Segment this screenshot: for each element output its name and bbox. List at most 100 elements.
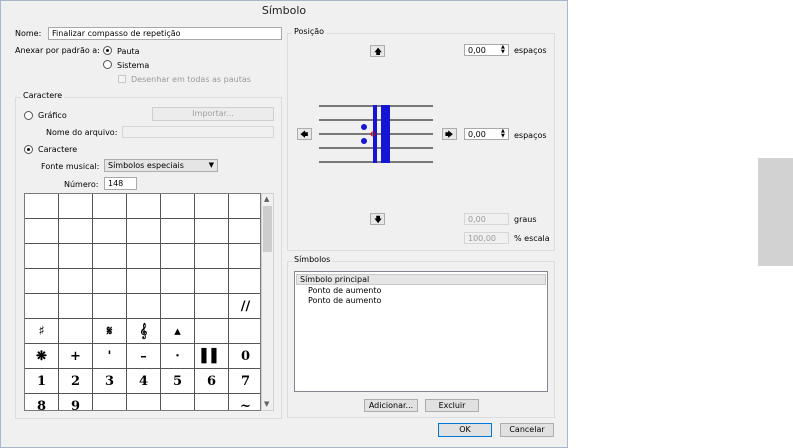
glyph-cell[interactable] (229, 219, 260, 244)
name-label: Nome: (15, 29, 42, 38)
glyph-grid[interactable]: // ♯ 𝄋 𝄞 ▴ ❋ + ' – · ▌▌ 0 1 2 3 4 5 6 7 8 9 ~ (24, 193, 261, 411)
glyph-cell[interactable]: ❋ (25, 344, 59, 369)
add-symbol-button[interactable]: Adicionar... (364, 399, 418, 412)
glyph-cell[interactable] (25, 244, 59, 269)
glyph-cell[interactable] (25, 294, 59, 319)
list-item[interactable]: Símbolo principal (296, 274, 546, 285)
caractere-radio[interactable] (24, 145, 33, 154)
attach-system-radio[interactable] (103, 60, 112, 69)
glyph-cell[interactable]: 𝄋 (93, 319, 127, 344)
glyph-cell[interactable] (93, 394, 127, 410)
vertical-offset-spinner[interactable]: ▲ ▼ (501, 45, 509, 56)
glyph-cell[interactable] (93, 194, 127, 219)
glyph-cell[interactable] (195, 244, 229, 269)
cancel-button[interactable]: Cancelar (500, 423, 554, 437)
augmentation-dot-lower (361, 138, 367, 144)
glyph-cell[interactable] (127, 219, 161, 244)
glyph-cell[interactable] (127, 194, 161, 219)
glyph-cell[interactable]: 2 (59, 369, 93, 394)
scroll-down-icon[interactable]: ▼ (264, 400, 269, 408)
font-select[interactable]: Símbolos especiais ▼ (104, 159, 218, 172)
glyph-cell[interactable]: 𝄞 (127, 319, 161, 344)
glyph-cell[interactable]: ~ (229, 394, 260, 410)
glyph-cell[interactable] (93, 269, 127, 294)
glyph-cell[interactable] (195, 394, 229, 410)
symbols-list[interactable]: Símbolo principal Ponto de aumento Ponto… (294, 271, 548, 392)
glyph-cell[interactable]: 7 (229, 369, 260, 394)
number-input[interactable]: 148 (104, 177, 137, 190)
glyph-cell[interactable] (25, 269, 59, 294)
glyph-cell[interactable] (59, 194, 93, 219)
glyph-cell[interactable] (161, 269, 195, 294)
graphic-radio[interactable] (24, 111, 33, 120)
filename-input[interactable] (122, 126, 274, 138)
glyph-cell[interactable] (229, 244, 260, 269)
glyph-grid-scrollbar[interactable]: ▲ ▼ (261, 193, 274, 411)
glyph-cell[interactable] (161, 194, 195, 219)
glyph-cell[interactable]: ▴ (161, 319, 195, 344)
list-item[interactable]: Ponto de aumento (308, 296, 381, 305)
glyph-cell[interactable] (127, 394, 161, 410)
glyph-cell[interactable]: 8 (25, 394, 59, 410)
arrow-up-icon: 🡅 (374, 47, 383, 56)
glyph-cell[interactable] (229, 194, 260, 219)
glyph-cell[interactable]: // (229, 294, 260, 319)
glyph-cell[interactable] (93, 244, 127, 269)
scale-unit: % escala (514, 234, 550, 243)
glyph-cell[interactable]: 1 (25, 369, 59, 394)
scroll-thumb[interactable] (263, 206, 272, 252)
delete-symbol-button[interactable]: Excluir (425, 399, 479, 412)
glyph-cell[interactable] (93, 294, 127, 319)
glyph-cell[interactable] (25, 219, 59, 244)
horizontal-offset-spinner[interactable]: ▲ ▼ (501, 129, 509, 140)
caractere-label: Caractere (38, 145, 78, 154)
glyph-cell[interactable]: 9 (59, 394, 93, 410)
move-up-button[interactable]: 🡅 (370, 45, 385, 57)
glyph-cell[interactable] (59, 319, 93, 344)
import-button[interactable]: Importar... (152, 107, 274, 121)
glyph-cell[interactable] (59, 219, 93, 244)
glyph-cell[interactable]: ▌▌ (195, 344, 229, 369)
glyph-cell[interactable] (127, 244, 161, 269)
glyph-cell[interactable] (195, 219, 229, 244)
glyph-cell[interactable]: · (161, 344, 195, 369)
glyph-cell[interactable]: 6 (195, 369, 229, 394)
glyph-cell[interactable]: 0 (229, 344, 260, 369)
glyph-cell[interactable] (195, 319, 229, 344)
glyph-cell[interactable] (127, 269, 161, 294)
glyph-cell[interactable] (195, 269, 229, 294)
glyph-cell[interactable] (195, 294, 229, 319)
glyph-cell[interactable] (161, 219, 195, 244)
glyph-cell[interactable] (229, 269, 260, 294)
move-down-button[interactable]: 🡇 (370, 213, 385, 225)
glyph-cell[interactable] (59, 244, 93, 269)
glyph-cell[interactable] (161, 244, 195, 269)
glyph-cell[interactable]: 4 (127, 369, 161, 394)
list-item[interactable]: Ponto de aumento (308, 286, 381, 295)
glyph-cell[interactable]: 3 (93, 369, 127, 394)
scroll-up-icon[interactable]: ▲ (264, 195, 269, 203)
name-input[interactable]: Finalizar compasso de repetição (48, 27, 282, 40)
glyph-cell[interactable] (161, 394, 195, 410)
draw-all-staves-checkbox[interactable] (118, 75, 126, 83)
glyph-cell[interactable]: 5 (161, 369, 195, 394)
move-left-button[interactable]: 🡄 (297, 128, 312, 140)
glyph-cell[interactable]: ' (93, 344, 127, 369)
glyph-cell[interactable] (25, 194, 59, 219)
glyph-cell[interactable] (93, 219, 127, 244)
attach-staff-radio[interactable] (103, 46, 112, 55)
glyph-cell[interactable]: – (127, 344, 161, 369)
glyph-cell[interactable] (195, 194, 229, 219)
ok-button[interactable]: OK (438, 423, 492, 437)
filename-label: Nome do arquivo: (46, 128, 118, 137)
move-right-button[interactable]: 🡆 (442, 128, 457, 140)
glyph-cell[interactable] (161, 294, 195, 319)
rotation-input[interactable]: 0,00 (464, 213, 509, 225)
glyph-cell[interactable] (127, 294, 161, 319)
glyph-cell[interactable] (59, 294, 93, 319)
glyph-cell[interactable] (59, 269, 93, 294)
glyph-cell[interactable] (229, 319, 260, 344)
scale-input[interactable]: 100,00 (464, 232, 509, 244)
glyph-cell[interactable]: ♯ (25, 319, 59, 344)
glyph-cell[interactable]: + (59, 344, 93, 369)
